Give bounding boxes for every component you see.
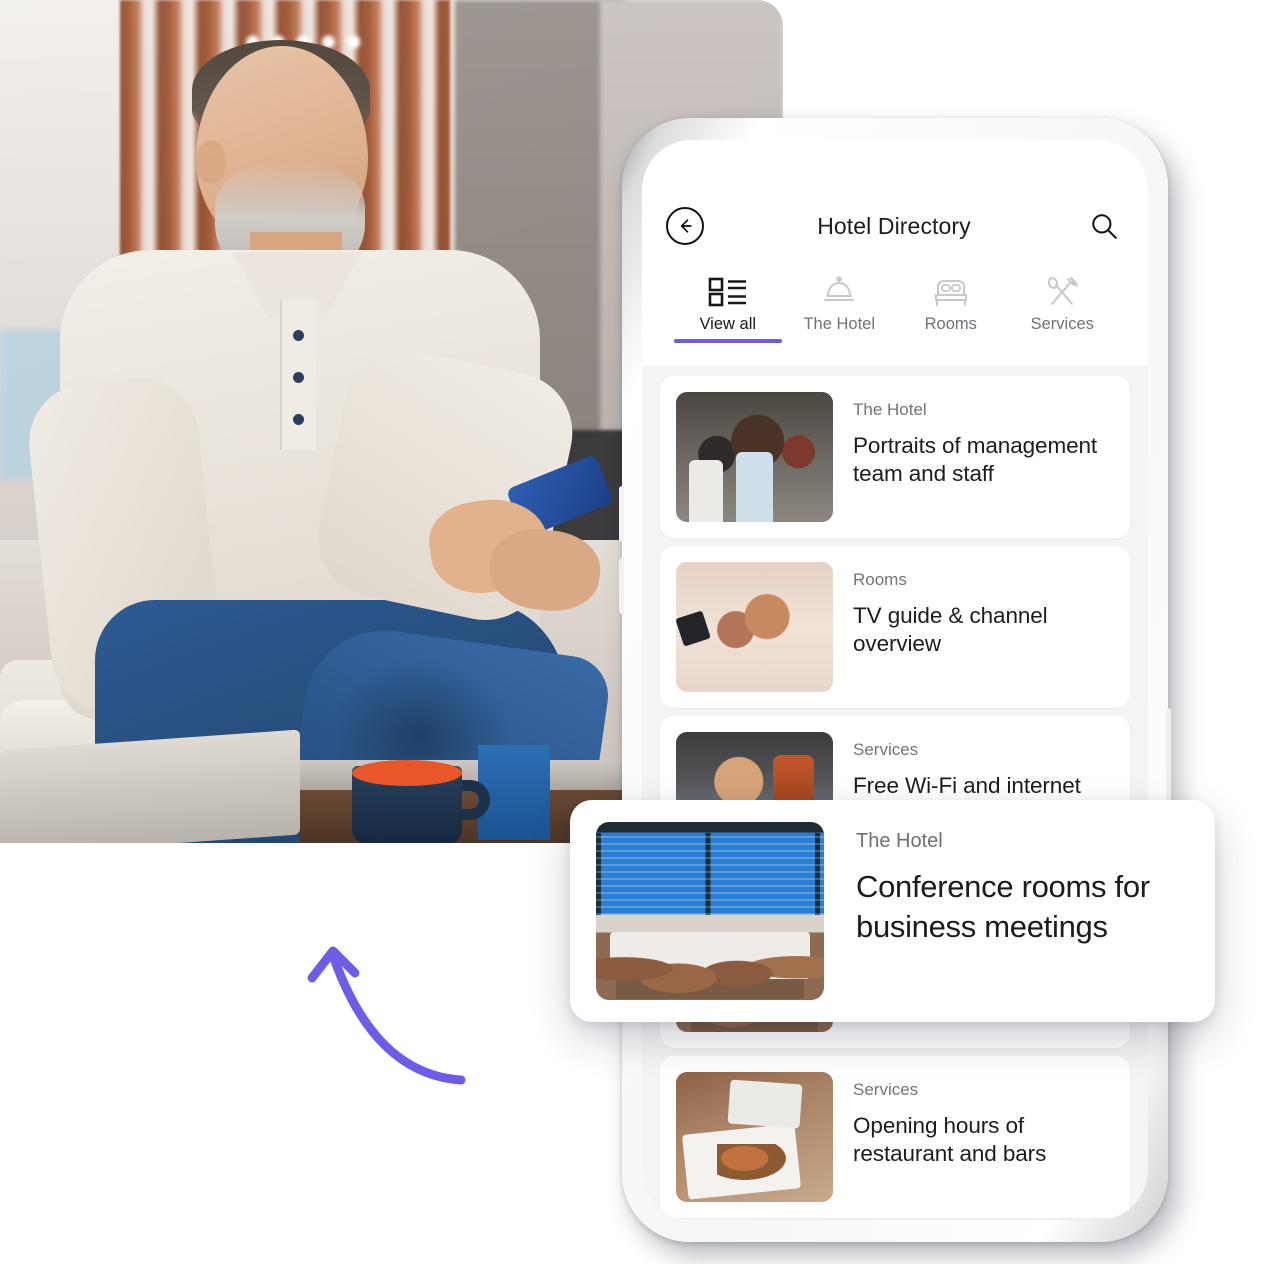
list-item[interactable]: Rooms TV guide & channel overview: [660, 546, 1130, 708]
list-item-thumbnail: [676, 392, 833, 522]
phone-volume-down-button[interactable]: [619, 558, 624, 614]
featured-card-title: Conference rooms for business meetings: [856, 869, 1150, 944]
directory-list: The Hotel Portraits of management team a…: [642, 366, 1148, 1218]
tab-services[interactable]: Services: [1007, 272, 1119, 343]
featured-card[interactable]: The Hotel Conference rooms for business …: [570, 800, 1215, 1022]
list-item[interactable]: Services Opening hours of restaurant and…: [660, 1056, 1130, 1218]
list-item-text: Rooms TV guide & channel overview: [853, 562, 1114, 692]
list-item-category: Services: [853, 740, 919, 759]
search-icon: [1092, 214, 1117, 239]
list-item-thumbnail: [676, 1072, 833, 1202]
search-button[interactable]: [1084, 206, 1124, 246]
list-item-category: The Hotel: [853, 400, 927, 419]
list-item-title: Opening hours of restaurant and bars: [853, 1113, 1047, 1167]
featured-card-thumbnail: [596, 822, 824, 1000]
curved-arrow-icon: [307, 946, 466, 1085]
list-view-icon: [708, 272, 748, 308]
app-header: Hotel Directory View all The Hotel Rooms…: [642, 140, 1148, 366]
tab-rooms[interactable]: Rooms: [895, 272, 1007, 343]
list-item-thumbnail: [676, 562, 833, 692]
featured-card-category: The Hotel: [856, 830, 943, 852]
page-title: Hotel Directory: [817, 212, 971, 239]
phone-power-button[interactable]: [1166, 708, 1171, 804]
header-row: Hotel Directory: [666, 200, 1124, 252]
list-item[interactable]: The Hotel Portraits of management team a…: [660, 376, 1130, 538]
list-item-text: The Hotel Portraits of management team a…: [853, 392, 1114, 522]
tab-label: The Hotel: [803, 315, 876, 333]
list-item-category: Rooms: [853, 570, 907, 589]
screenshot-stage: Hotel Directory View all The Hotel Rooms…: [0, 0, 1264, 1264]
list-item-category: Services: [853, 1080, 919, 1099]
back-button[interactable]: [666, 207, 704, 245]
list-item-title: Portraits of management team and staff: [853, 433, 1098, 487]
tab-label: Services: [1030, 315, 1094, 333]
tab-the-hotel[interactable]: The Hotel: [784, 272, 896, 343]
cutlery-icon: [1042, 272, 1082, 308]
tab-label: Rooms: [924, 315, 977, 333]
phone-volume-up-button[interactable]: [619, 486, 624, 542]
service-bell-icon: [819, 272, 859, 308]
bed-icon: [931, 272, 971, 308]
tab-label: View all: [699, 315, 757, 333]
featured-card-text: The Hotel Conference rooms for business …: [856, 822, 1189, 1000]
phone-screen: Hotel Directory View all The Hotel Rooms…: [642, 140, 1148, 1220]
list-item-text: Services Opening hours of restaurant and…: [853, 1072, 1114, 1202]
list-item-title: TV guide & channel overview: [853, 603, 1048, 657]
tab-view-all[interactable]: View all: [672, 272, 784, 343]
tab-bar: View all The Hotel Rooms Services: [666, 272, 1124, 343]
arrow-left-icon: [680, 219, 692, 233]
phone-mockup: Hotel Directory View all The Hotel Rooms…: [619, 118, 1171, 1242]
